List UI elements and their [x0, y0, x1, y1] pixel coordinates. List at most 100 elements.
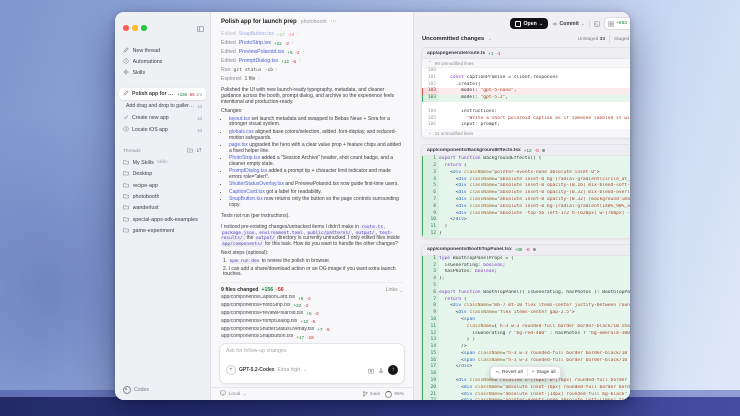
- recent-threads-list: Polish app for launch prep+156 -56 1mAdd…: [115, 88, 210, 136]
- project-folder-photobooth[interactable]: photobooth: [115, 191, 210, 202]
- sidebar-toggle-icon[interactable]: [197, 19, 204, 37]
- project-folder-recipe-app[interactable]: recipe-app: [115, 180, 210, 191]
- file-link[interactable]: ShutterStatusOverlay.tsx: [229, 181, 284, 187]
- changed-file-row[interactable]: app/components/ShutterStatusOverlay.tsx+…: [221, 326, 403, 334]
- diff-card-header[interactable]: app/components/BoothTopPanel.tsx+35-0⌄: [422, 245, 630, 256]
- commit-button[interactable]: Commit ⌄: [552, 21, 585, 27]
- file-link[interactable]: PromptDialog.tsx: [229, 168, 267, 174]
- sparkle-icon: [123, 69, 129, 77]
- changed-file-row[interactable]: app/components/CaptionCard.tsx+5-2: [221, 294, 403, 302]
- chevron-up-icon: ⌃: [428, 60, 432, 66]
- diff-title-chevron-icon[interactable]: ⌄: [488, 36, 492, 42]
- sidebar-item-skills[interactable]: Skills: [115, 68, 210, 79]
- composer-input[interactable]: Ask for follow-up changes: [226, 348, 398, 361]
- zoom-window-button[interactable]: [141, 25, 147, 31]
- code-line: 6export function BoothTopPanel({ isGener…: [422, 290, 630, 297]
- project-folder-desktop[interactable]: Desktop: [115, 169, 210, 180]
- code-line: [422, 102, 630, 109]
- model-chevron-icon: ⌄: [303, 367, 307, 373]
- event-row-edited-previewpolaroid-tsx[interactable]: EditedPreviewPolaroid.tsx+5-2›: [221, 48, 403, 57]
- file-link[interactable]: PhotoStrip.tsx: [229, 155, 260, 161]
- recent-thread-create-new-app[interactable]: Create new app1d: [119, 112, 206, 124]
- branch-indicator[interactable]: main: [362, 391, 381, 397]
- changes-label: Changes:: [221, 109, 403, 115]
- sidebar-item-new-thread[interactable]: New thread: [115, 45, 210, 56]
- chevron-right-icon: ›: [303, 50, 305, 56]
- changed-file-row[interactable]: app/components/PhotoStrip.tsx+22-2: [221, 302, 403, 310]
- diff-card-app-components-backgroundeffects-tsx: app/components/BackgroundEffects.tsx+12-…: [421, 144, 630, 239]
- minimize-window-button[interactable]: [132, 25, 138, 31]
- diff-card-header[interactable]: app/components/BackgroundEffects.tsx+12-…: [422, 145, 630, 156]
- diff-card-header[interactable]: app/api/generate/route.ts+1-1⌄: [422, 48, 630, 59]
- attach-button[interactable]: +: [226, 365, 236, 375]
- next-step: 2. I can add a share/download action or …: [223, 267, 403, 279]
- microphone-icon[interactable]: [378, 361, 384, 379]
- event-row-edited-snapbutton-tsx[interactable]: EditedSnapButton.tsx+17-19›: [221, 30, 403, 39]
- notice-text: I noticed pre-existing changes/untracked…: [221, 225, 403, 249]
- file-link[interactable]: SnapButton.tsx: [229, 196, 263, 202]
- new-folder-icon[interactable]: [187, 147, 193, 155]
- thread-header: Polish app for launch prep photobooth ⋯: [211, 12, 413, 28]
- links-button[interactable]: Links⌄: [386, 287, 403, 293]
- file-link[interactable]: page.tsx: [229, 142, 248, 148]
- event-row-explored-1-file[interactable]: Explored1 file›: [221, 75, 403, 84]
- open-button[interactable]: Open ⌄: [510, 18, 547, 29]
- model-selector[interactable]: GPT-5.2-Codex: [239, 367, 275, 373]
- code-line: 100: [422, 68, 630, 75]
- commit-chevron-icon: ⌄: [581, 21, 585, 27]
- project-folder-my-skills[interactable]: My Skillsskills: [115, 157, 210, 168]
- code-line: 11 className={`h-3 w-3 rounded-full bord…: [422, 324, 630, 331]
- terminal-icon[interactable]: [594, 21, 600, 27]
- change-bullet: page.tsx upgraded the hero with a clear …: [229, 143, 403, 155]
- code-line: 1export function BackgroundEffects() {: [422, 156, 630, 163]
- composer[interactable]: Ask for follow-up changes + GPT-5.2-Code…: [219, 343, 405, 384]
- total-additions: +863: [616, 21, 627, 26]
- unstaged-filter[interactable]: Unstaged 33: [578, 37, 605, 42]
- project-folder-special-apps-sdk-examples[interactable]: special-apps-sdk-examples: [115, 214, 210, 225]
- chevron-down-icon: ⌄: [428, 130, 432, 136]
- close-window-button[interactable]: [123, 25, 129, 31]
- file-link[interactable]: globals.css: [229, 129, 254, 135]
- event-row-edited-promptdialog-tsx[interactable]: EditedPromptDialog.tsx+12-5›: [221, 57, 403, 66]
- project-folder-game-experiment[interactable]: game-experiment: [115, 225, 210, 236]
- staged-filter[interactable]: Staged 1: [614, 37, 630, 42]
- file-link[interactable]: CaptionCard.tsx: [229, 189, 265, 195]
- code-line: 2 isGenerating: boolean;: [422, 263, 630, 270]
- sidebar-item-automations[interactable]: Automations: [115, 56, 210, 67]
- next-steps-label: Next steps (optional):: [221, 251, 403, 257]
- changed-file-row[interactable]: app/components/SnapButton.tsx+17-19: [221, 333, 403, 339]
- event-row-edited-photostrip-tsx[interactable]: EditedPhotoStrip.tsx+22-2›: [221, 39, 403, 48]
- project-folder-wanderlust[interactable]: wanderlust: [115, 203, 210, 214]
- chevron-right-icon: ›: [276, 68, 278, 74]
- sort-threads-icon[interactable]: [196, 147, 202, 155]
- revert-all-button[interactable]: Revert all: [491, 367, 527, 378]
- stage-all-button[interactable]: + Stage all: [528, 367, 560, 378]
- environment-selector[interactable]: Local: [229, 392, 241, 397]
- event-row-ran-git-status-sb[interactable]: Rangit status -sb›: [221, 66, 403, 75]
- code-line: 5 <div className="absolute inset-0 opaci…: [422, 183, 630, 190]
- diff-stats-pill[interactable]: +863 -392: [604, 17, 630, 30]
- changed-file-row[interactable]: app/components/PromptDialog.tsx+12-5: [221, 318, 403, 326]
- change-bullet: PromptDialog.tsx added a prompt tip + ch…: [229, 169, 403, 181]
- thread-transcript[interactable]: EditedSnapButton.tsx+17-19›EditedPhotoSt…: [211, 28, 413, 339]
- folder-icon: [123, 182, 129, 190]
- screenshot-icon[interactable]: [368, 361, 374, 379]
- sidebar: New threadAutomationsSkills Polish app f…: [115, 12, 211, 400]
- app-badge[interactable]: Codex: [115, 382, 210, 400]
- file-link[interactable]: layout.tsx: [229, 116, 250, 122]
- fold-row[interactable]: ⌄11 unmodified lines: [422, 129, 630, 138]
- diffstat-deletions: -56: [276, 287, 284, 293]
- fold-row[interactable]: ⌃99 unmodified lines: [422, 59, 630, 68]
- open-app-icon: [515, 21, 521, 27]
- recent-thread-polish-app-for-launch-prep[interactable]: Polish app for launch prep+156 -56 1m: [119, 88, 206, 100]
- inline-code: route.ts: [360, 225, 384, 230]
- diff-cards-scroll[interactable]: app/api/generate/route.ts+1-1⌄⌃99 unmodi…: [414, 47, 630, 400]
- recent-thread-add-drag-and-drop-to-gallery-phot[interactable]: Add drag and drop to gallery phot…1d: [119, 100, 206, 112]
- code-line: 12}: [422, 231, 630, 238]
- send-button[interactable]: ↑: [388, 365, 398, 375]
- code-line: 5: [422, 283, 630, 290]
- change-bullet: layout.tsx set launch metadata and swapp…: [229, 117, 403, 129]
- recent-thread-locate-ios-app[interactable]: Locate iOS app4d: [119, 124, 206, 136]
- thread-menu-icon[interactable]: ⋯: [331, 20, 337, 24]
- changed-file-row[interactable]: app/components/PreviewPolaroid.tsx+5-2: [221, 310, 403, 318]
